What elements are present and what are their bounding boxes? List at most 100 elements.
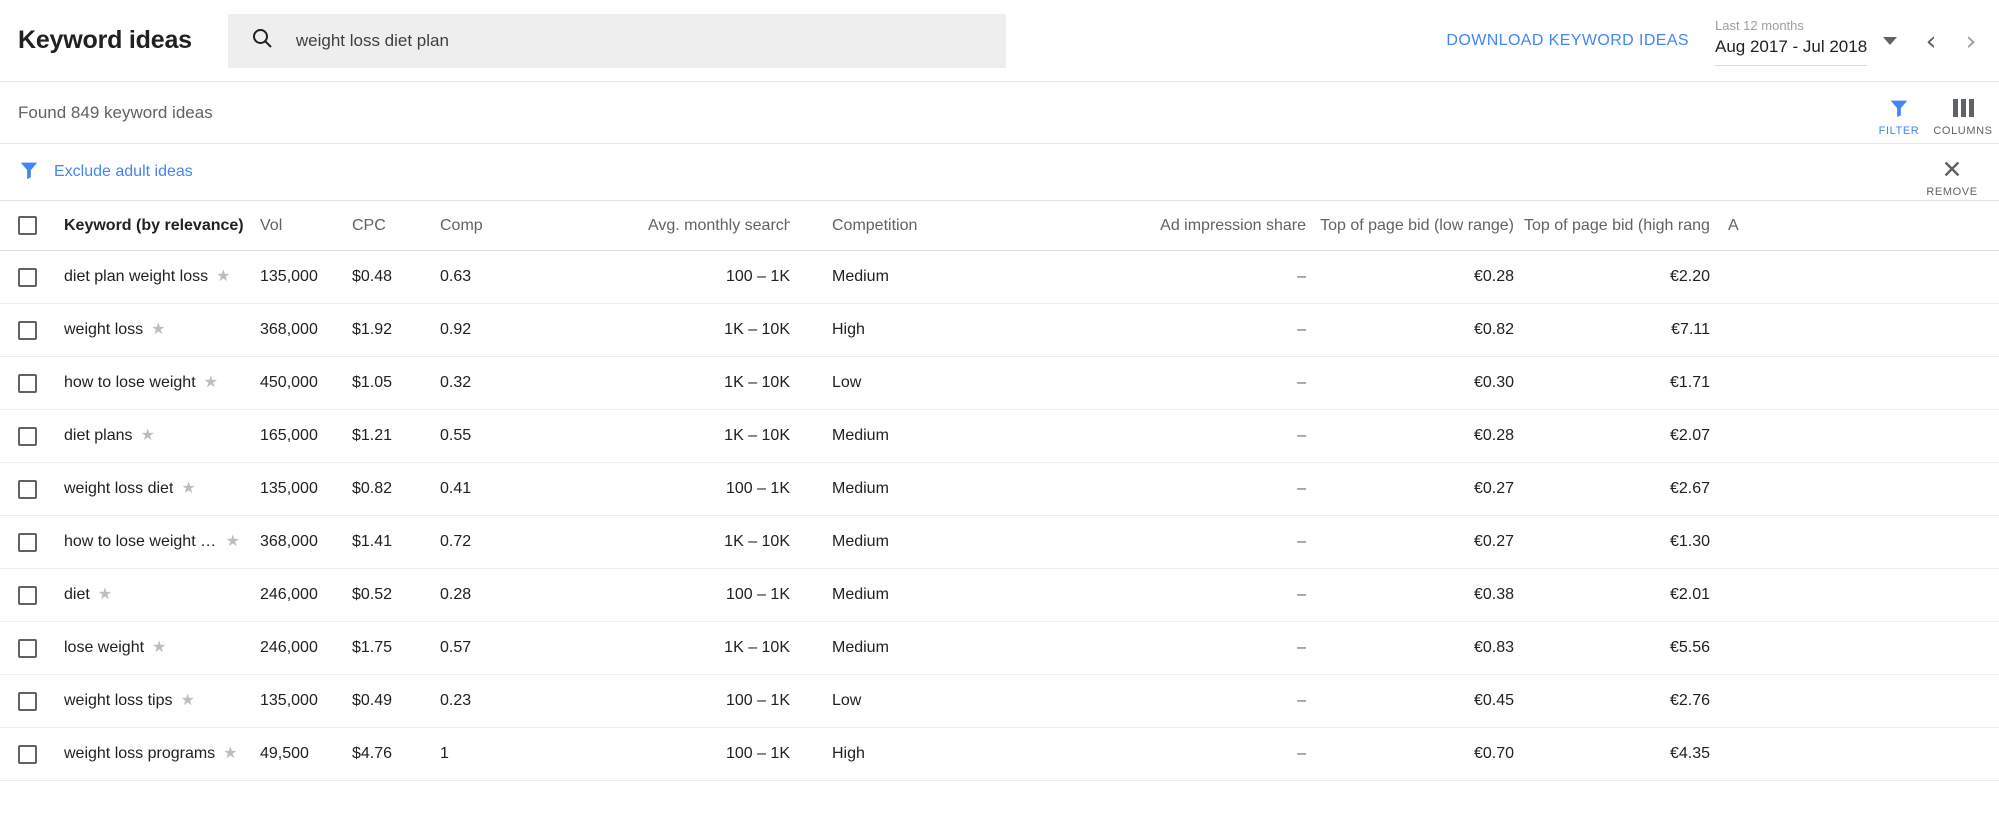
cell-cpc: $0.52 bbox=[352, 586, 393, 603]
row-checkbox[interactable] bbox=[17, 426, 37, 446]
table-row[interactable]: weight loss programs ★ 49,500 $4.76 1 100 – 1… bbox=[0, 728, 1999, 781]
row-checkbox[interactable] bbox=[17, 479, 37, 499]
row-checkbox[interactable] bbox=[17, 691, 37, 711]
row-checkbox-cell[interactable] bbox=[0, 744, 54, 764]
star-icon[interactable]: ★ bbox=[181, 481, 195, 497]
next-period-button[interactable]: › bbox=[1951, 28, 1991, 55]
star-icon[interactable]: ★ bbox=[141, 428, 155, 444]
row-checkbox-cell[interactable] bbox=[0, 373, 54, 393]
table-row[interactable]: weight loss tips ★ 135,000 $0.49 0.23 100 – 1… bbox=[0, 675, 1999, 728]
row-checkbox[interactable] bbox=[17, 744, 37, 764]
column-header-top-of-page-bid-low[interactable]: Top of page bid (low range) bbox=[1306, 217, 1514, 235]
keyword-text: diet plans bbox=[64, 427, 133, 444]
cell-ad-impression-share: – bbox=[1297, 745, 1306, 762]
star-icon[interactable]: ★ bbox=[151, 322, 165, 338]
star-icon[interactable]: ★ bbox=[98, 587, 112, 603]
cell-keyword: how to lose weight fast ★ bbox=[54, 533, 250, 551]
row-checkbox-cell[interactable] bbox=[0, 479, 54, 499]
row-checkbox-cell[interactable] bbox=[0, 426, 54, 446]
cell-ad-impression-share: – bbox=[1297, 321, 1306, 338]
row-checkbox-cell[interactable] bbox=[0, 691, 54, 711]
row-checkbox-cell[interactable] bbox=[0, 638, 54, 658]
search-input[interactable]: weight loss diet plan bbox=[227, 13, 1006, 68]
row-checkbox[interactable] bbox=[17, 373, 37, 393]
keyword-text: weight loss diet bbox=[64, 480, 174, 497]
row-checkbox[interactable] bbox=[17, 532, 37, 552]
keyword-text: weight loss tips bbox=[64, 692, 173, 709]
table-row[interactable]: weight loss ★ 368,000 $1.92 0.92 1K – 10K High… bbox=[0, 304, 1999, 357]
cell-vol: 246,000 bbox=[260, 586, 318, 603]
page-title: Keyword ideas bbox=[18, 26, 192, 54]
cell-cpc: $1.75 bbox=[352, 639, 393, 656]
table-row[interactable]: weight loss diet ★ 135,000 $0.82 0.41 100 – 1… bbox=[0, 463, 1999, 516]
column-header-avg-monthly-searches[interactable]: Avg. monthly searches bbox=[638, 217, 790, 235]
filter-chip-exclude-adult-ideas[interactable]: Exclude adult ideas bbox=[54, 163, 193, 181]
select-all-checkbox-cell[interactable] bbox=[0, 216, 54, 235]
cell-avg-monthly-searches: 1K – 10K bbox=[724, 374, 790, 391]
cell-competition: Medium bbox=[832, 639, 889, 656]
star-icon[interactable]: ★ bbox=[204, 375, 218, 391]
date-range-label: Last 12 months bbox=[1715, 17, 1804, 33]
column-header-cpc[interactable]: CPC bbox=[342, 217, 430, 235]
row-checkbox-cell[interactable] bbox=[0, 267, 54, 287]
cell-cpc: $1.41 bbox=[352, 533, 393, 550]
cell-ad-impression-share: – bbox=[1297, 692, 1306, 709]
table-row[interactable]: diet plan weight loss ★ 135,000 $0.48 0.63 10… bbox=[0, 251, 1999, 304]
row-checkbox[interactable] bbox=[17, 638, 37, 658]
star-icon[interactable]: ★ bbox=[152, 640, 166, 656]
cell-avg-monthly-searches: 100 – 1K bbox=[725, 692, 790, 709]
columns-button[interactable]: COLUMNS bbox=[1931, 96, 1995, 141]
cell-vol: 450,000 bbox=[260, 374, 318, 391]
cell-keyword: diet ★ bbox=[54, 586, 250, 604]
table-row[interactable]: diet plans ★ 165,000 $1.21 0.55 1K – 10K Mediu… bbox=[0, 410, 1999, 463]
top-bar: Keyword ideas weight loss diet plan DOWN… bbox=[0, 0, 1999, 82]
cell-vol: 165,000 bbox=[260, 427, 318, 444]
cell-vol: 135,000 bbox=[260, 692, 318, 709]
row-checkbox[interactable] bbox=[17, 267, 37, 287]
cell-keyword: diet plans ★ bbox=[54, 427, 250, 445]
cell-top-of-page-bid-high: €2.67 bbox=[1669, 480, 1710, 497]
remove-filter-button[interactable]: ✕ REMOVE bbox=[1917, 157, 1987, 200]
table-row[interactable]: how to lose weight ★ 450,000 $1.05 0.32 1K – … bbox=[0, 357, 1999, 410]
cell-comp: 0.57 bbox=[440, 639, 472, 656]
table-row[interactable]: lose weight ★ 246,000 $1.75 0.57 1K – 10K Medi… bbox=[0, 622, 1999, 675]
row-checkbox-cell[interactable] bbox=[0, 320, 54, 340]
cell-top-of-page-bid-high: €5.56 bbox=[1669, 639, 1710, 656]
download-keyword-ideas-button[interactable]: DOWNLOAD KEYWORD IDEAS bbox=[1446, 32, 1689, 50]
column-header-vol[interactable]: Vol bbox=[250, 217, 342, 235]
date-range-selector[interactable]: Last 12 months Aug 2017 - Jul 2018 bbox=[1715, 17, 1867, 66]
cell-avg-monthly-searches: 1K – 10K bbox=[724, 639, 790, 656]
row-checkbox[interactable] bbox=[17, 320, 37, 340]
star-icon[interactable]: ★ bbox=[226, 534, 240, 550]
cell-competition: Low bbox=[832, 692, 862, 709]
cell-vol: 49,500 bbox=[260, 745, 309, 762]
keyword-text: weight loss bbox=[64, 321, 144, 338]
row-checkbox-cell[interactable] bbox=[0, 585, 54, 605]
cell-cpc: $1.92 bbox=[352, 321, 393, 338]
cell-avg-monthly-searches: 100 – 1K bbox=[725, 480, 790, 497]
keyword-text: lose weight bbox=[64, 639, 145, 656]
cell-top-of-page-bid-high: €2.20 bbox=[1669, 268, 1710, 285]
cell-comp: 0.92 bbox=[440, 321, 472, 338]
filter-button[interactable]: FILTER bbox=[1867, 96, 1931, 141]
star-icon[interactable]: ★ bbox=[216, 269, 230, 285]
select-all-checkbox[interactable] bbox=[17, 216, 37, 235]
chevron-down-icon[interactable] bbox=[1883, 37, 1897, 45]
column-header-truncated[interactable]: A bbox=[1710, 217, 1770, 235]
column-header-comp[interactable]: Comp bbox=[430, 217, 638, 235]
cell-avg-monthly-searches: 1K – 10K bbox=[724, 321, 790, 338]
cell-cpc: $0.49 bbox=[352, 692, 393, 709]
star-icon[interactable]: ★ bbox=[223, 746, 237, 762]
columns-icon bbox=[1952, 96, 1974, 120]
row-checkbox[interactable] bbox=[17, 585, 37, 605]
cell-vol: 135,000 bbox=[260, 480, 318, 497]
table-row[interactable]: diet ★ 246,000 $0.52 0.28 100 – 1K Medium – €0.3… bbox=[0, 569, 1999, 622]
previous-period-button[interactable]: ‹ bbox=[1911, 28, 1951, 55]
column-header-keyword[interactable]: Keyword (by relevance) bbox=[54, 217, 250, 235]
column-header-top-of-page-bid-high[interactable]: Top of page bid (high range) bbox=[1514, 217, 1710, 235]
star-icon[interactable]: ★ bbox=[181, 693, 195, 709]
column-header-competition[interactable]: Competition bbox=[790, 217, 1046, 235]
column-header-ad-impression-share[interactable]: Ad impression share bbox=[1046, 217, 1306, 235]
row-checkbox-cell[interactable] bbox=[0, 532, 54, 552]
table-row[interactable]: how to lose weight fast ★ 368,000 $1.41 0.72… bbox=[0, 516, 1999, 569]
